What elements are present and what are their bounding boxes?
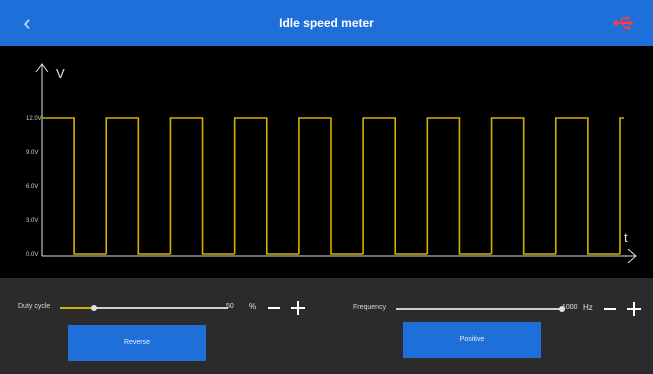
x-axis-label: t (624, 230, 628, 245)
y-axis (35, 63, 49, 256)
y-axis-label: V (56, 66, 65, 81)
duty-cycle-unit: % (249, 302, 257, 311)
y-tick-label: 3.0V (26, 218, 38, 224)
duty-cycle-slider-fill (60, 307, 94, 309)
control-panel: Duty cycle 50 % Frequency 1000 Hz Revers… (0, 278, 653, 374)
duty-cycle-increase-button[interactable] (291, 301, 305, 315)
y-tick-label: 12.0V (26, 116, 42, 122)
waveform-pulse (105, 117, 171, 255)
usb-icon (613, 16, 633, 30)
positive-button[interactable]: Positive (403, 322, 541, 358)
waveform-pulse (426, 117, 492, 255)
frequency-label: Frequency (353, 304, 387, 311)
frequency-slider[interactable] (396, 308, 562, 310)
frequency-unit: Hz (583, 303, 593, 312)
page-title: Idle speed meter (279, 16, 374, 30)
waveform-pulse (362, 117, 428, 255)
y-tick-label: 6.0V (26, 184, 38, 190)
frequency-value: 1000 (562, 304, 578, 311)
waveform-pulse (490, 117, 556, 255)
oscilloscope-display: V t 12.0V 9.0V 6.0V 3.0V 0.0V (0, 46, 653, 278)
waveform-pulse (554, 117, 620, 255)
duty-cycle-value: 50 (226, 303, 234, 310)
frequency-increase-button[interactable] (627, 302, 641, 316)
waveform-pulse (233, 117, 299, 255)
header-bar: ‹ Idle speed meter (0, 0, 653, 46)
reverse-button[interactable]: Reverse (68, 325, 206, 361)
y-tick-label: 0.0V (26, 252, 38, 258)
waveform-pulse (42, 117, 107, 255)
waveform-chart: V t 12.0V 9.0V 6.0V 3.0V 0.0V (26, 63, 637, 264)
frequency-decrease-button[interactable] (604, 308, 616, 310)
x-axis (42, 248, 637, 264)
y-tick-label: 9.0V (26, 150, 38, 156)
duty-cycle-decrease-button[interactable] (268, 307, 280, 309)
duty-cycle-slider-thumb[interactable] (90, 305, 97, 311)
waveform-pulse (298, 117, 364, 255)
duty-cycle-label: Duty cycle (18, 303, 51, 310)
waveform-pulse (169, 117, 235, 255)
